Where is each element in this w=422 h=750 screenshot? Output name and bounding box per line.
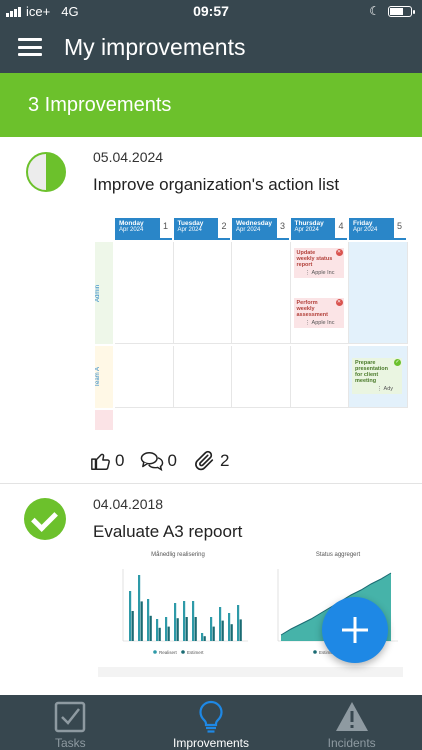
improvement-item[interactable]: 04.04.2018 Evaluate A3 repoort Månedlig …	[0, 485, 422, 695]
likes-count: 0	[115, 451, 125, 470]
improvement-date: 05.04.2024	[93, 149, 164, 165]
comments-stat[interactable]: 0	[140, 450, 177, 472]
paperclip-icon	[194, 450, 214, 471]
improvement-stats: 0 0 2	[90, 450, 245, 472]
improvement-thumbnail[interactable]: Monday Apr 2024 1 Tuesday Apr 2024 2 Wednesday…	[93, 208, 408, 430]
menu-icon[interactable]	[18, 38, 42, 56]
comments-icon	[141, 452, 164, 472]
chart-bar	[140, 601, 143, 641]
chart-bar	[183, 601, 186, 641]
improvements-count-banner: 3 Improvements	[0, 73, 422, 137]
chart-bar	[174, 603, 177, 641]
chart-bar	[165, 617, 168, 641]
improvement-item[interactable]: 05.04.2024 Improve organization's action…	[0, 138, 422, 484]
moon-icon: ☾	[369, 4, 380, 18]
chart-bar	[237, 605, 240, 641]
board-row-label: Admin	[95, 242, 113, 344]
board-column-header: Tuesday Apr 2024 2	[173, 218, 230, 240]
likes-stat[interactable]: 0	[90, 450, 124, 472]
board-card: ✕ Update weekly status report ⋮ Apple Inc	[293, 248, 344, 278]
tab-label: Incidents	[327, 736, 376, 750]
board-cell	[232, 242, 291, 344]
board-card: ✕ Perform weekly assessment ⋮ Apple Inc	[293, 298, 344, 328]
svg-text:Estimert: Estimert	[187, 650, 204, 655]
comments-count: 0	[167, 451, 177, 470]
chart-bar	[138, 575, 141, 641]
board-column-header: Wednesday Apr 2024 3	[232, 218, 289, 240]
chart-bar	[167, 626, 170, 641]
tab-label: Improvements	[172, 736, 250, 750]
battery-icon	[388, 5, 415, 17]
chart-bar	[228, 613, 231, 641]
tab-incidents[interactable]: Incidents	[281, 695, 422, 750]
improvement-date: 04.04.2018	[93, 496, 164, 512]
improvement-title: Improve organization's action list	[93, 175, 340, 194]
board-cell	[115, 346, 174, 408]
chart-bar	[129, 591, 132, 641]
chart-bar	[149, 615, 152, 641]
board-row-label: Team A	[95, 346, 113, 408]
chart-bar	[156, 619, 159, 641]
board-row-label	[95, 410, 113, 430]
board-cell	[173, 242, 232, 344]
chart-bar	[194, 617, 197, 641]
chart-bar	[147, 599, 150, 641]
thumbs-up-icon	[91, 453, 110, 470]
chart-bar	[239, 619, 242, 641]
board-cell	[349, 242, 408, 344]
chart-bar	[210, 617, 213, 641]
chart-bar	[131, 611, 134, 641]
chart-bar	[203, 636, 206, 641]
improvements-count: 3 Improvements	[28, 94, 172, 116]
board-cell	[115, 242, 174, 344]
board-column-header: Thursday Apr 2024 4	[290, 218, 347, 240]
chart-bar	[185, 617, 188, 641]
checkbox-icon	[55, 701, 86, 733]
clock: 09:57	[193, 3, 229, 19]
status-bar: ice+ 4G 09:57 ☾	[0, 0, 422, 22]
lightbulb-icon	[199, 700, 223, 733]
kanban-board-image: Monday Apr 2024 1 Tuesday Apr 2024 2 Wednesday…	[93, 214, 408, 430]
board-column-header: Friday Apr 2024 5	[349, 218, 406, 240]
chart-bar	[221, 620, 224, 641]
add-improvement-button[interactable]	[322, 597, 388, 663]
completed-check-icon	[24, 498, 66, 540]
attachments-stat[interactable]: 2	[193, 450, 229, 472]
chart-bar	[158, 627, 161, 641]
tab-label: Tasks	[54, 736, 86, 750]
board-cell	[173, 346, 232, 408]
board-cell	[290, 346, 349, 408]
board-cell	[232, 346, 291, 408]
warning-icon	[335, 702, 368, 731]
chart-bar	[230, 624, 233, 641]
tab-tasks[interactable]: Tasks	[0, 695, 141, 750]
progress-half-icon	[26, 152, 66, 192]
page-title: My improvements	[64, 34, 246, 60]
chart-bar	[192, 601, 195, 641]
board-card: ✓ Prepare presentation for client meeting…	[352, 358, 402, 394]
chart-bar	[201, 633, 204, 641]
bottom-tab-bar: Tasks Improvements Incidents	[0, 695, 422, 750]
chart-bar	[176, 618, 179, 641]
top-bar: ice+ 4G 09:57 ☾ My improvements	[0, 0, 422, 73]
attachments-count: 2	[219, 451, 230, 470]
tab-improvements[interactable]: Improvements	[141, 695, 282, 750]
chart-bar	[212, 626, 215, 641]
chart-bar	[219, 607, 222, 641]
svg-text:Realisert: Realisert	[159, 650, 178, 655]
improvement-title: Evaluate A3 repoort	[93, 522, 243, 541]
board-column-header: Monday Apr 2024 1	[115, 218, 172, 240]
